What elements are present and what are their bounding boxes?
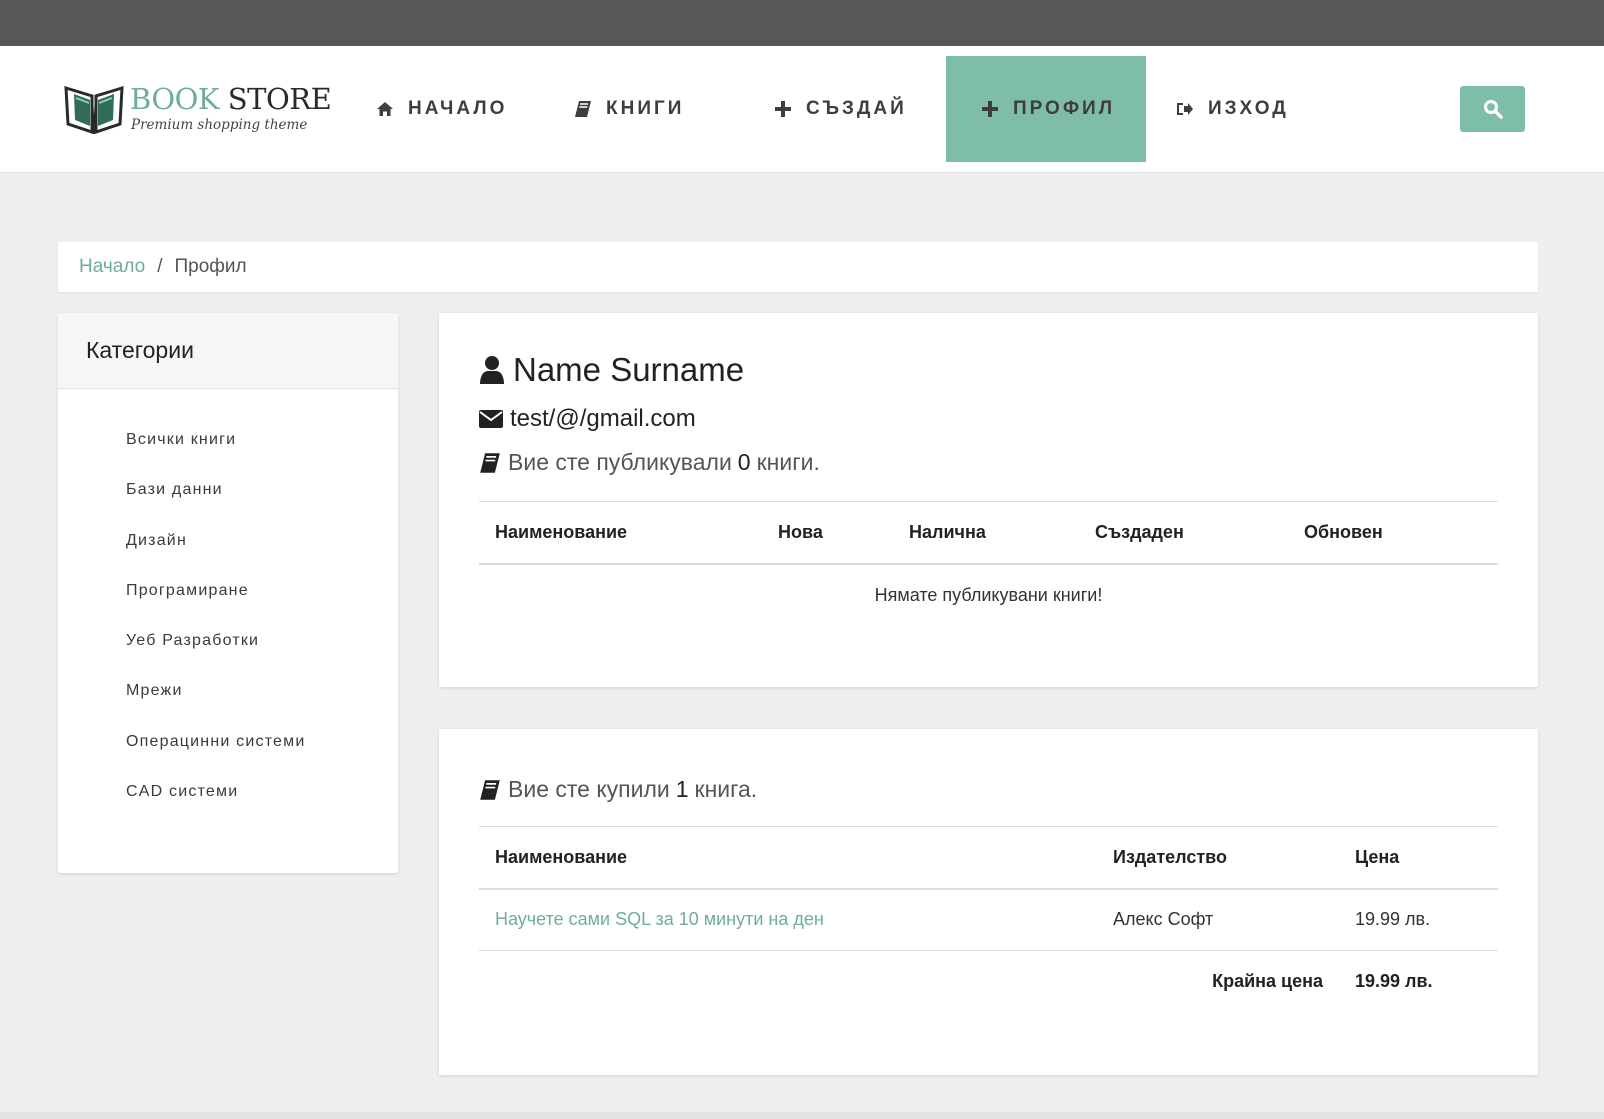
- published-prefix: Вие сте публикували: [508, 449, 732, 475]
- nav-profile[interactable]: ПРОФИЛ: [946, 56, 1146, 162]
- category-databases[interactable]: Бази данни: [58, 477, 398, 527]
- profile-card: Name Surname test/@/gmail.com Вие сте пу…: [439, 313, 1538, 687]
- brand-title: BOOK STORE: [130, 82, 332, 116]
- nav-create-label: СЪЗДАЙ: [806, 98, 907, 119]
- column-header: Налична: [893, 501, 1079, 565]
- bought-prefix: Вие сте купили: [508, 776, 670, 802]
- category-web-development[interactable]: Уеб Разработки: [58, 628, 398, 678]
- category-design[interactable]: Дизайн: [58, 528, 398, 578]
- nav-exit-label: ИЗХОД: [1208, 98, 1289, 119]
- book-icon: [480, 779, 500, 800]
- table-header-row: Наименование Издателство Цена: [479, 826, 1498, 890]
- plus-icon: [977, 98, 1003, 120]
- sign-out-icon: [1172, 98, 1198, 120]
- breadcrumb-home-link[interactable]: Начало: [79, 256, 145, 278]
- table-row: Научете сами SQL за 10 минути на ден Але…: [479, 888, 1498, 951]
- open-book-icon: [64, 85, 124, 135]
- bought-suffix: книга.: [694, 776, 758, 802]
- total-label: Крайна цена: [1212, 971, 1323, 992]
- nav-profile-label: ПРОФИЛ: [1012, 98, 1116, 119]
- plus-icon: [770, 98, 796, 120]
- bought-count-line: Вие сте купили 1 книга.: [479, 776, 757, 803]
- nav-exit[interactable]: ИЗХОД: [1172, 56, 1289, 162]
- user-email: test/@/gmail.com: [510, 405, 696, 432]
- nav-books[interactable]: КНИГИ: [570, 56, 684, 162]
- category-all-books[interactable]: Всички книги: [58, 427, 398, 477]
- published-count: 0: [737, 449, 751, 475]
- category-programming[interactable]: Програмиране: [58, 578, 398, 628]
- user-name: Name Surname: [513, 351, 745, 388]
- categories-sidebar: Категории Всички книги Бази данни Дизайн…: [58, 313, 398, 873]
- top-bar: [0, 0, 1604, 46]
- purchased-books-table: Наименование Издателство Цена Научете са…: [479, 826, 1498, 1013]
- breadcrumb: Начало / Профил: [58, 242, 1538, 292]
- category-operating-systems[interactable]: Операцинни системи: [58, 729, 398, 779]
- column-header: Наименование: [479, 501, 762, 565]
- book-title-link[interactable]: Научете сами SQL за 10 минути на ден: [479, 888, 1097, 951]
- column-header: Цена: [1339, 826, 1498, 890]
- sidebar-title: Категории: [58, 313, 398, 389]
- book-icon: [570, 98, 596, 120]
- envelope-icon: [479, 410, 503, 428]
- table-row: Нямате публикувани книги!: [479, 564, 1498, 626]
- column-header: Наименование: [479, 826, 1097, 890]
- footer-divider: [0, 1112, 1604, 1119]
- total-value: 19.99 лв.: [1355, 971, 1433, 992]
- nav-create[interactable]: СЪЗДАЙ: [770, 56, 907, 162]
- site-header: BOOK STORE Premium shopping theme НАЧАЛО…: [0, 46, 1604, 173]
- user-email-line: test/@/gmail.com: [479, 405, 696, 433]
- book-price: 19.99 лв.: [1339, 888, 1498, 951]
- empty-message: Нямате публикувани книги!: [874, 584, 1103, 605]
- search-button[interactable]: [1460, 86, 1525, 132]
- category-list: Всички книги Бази данни Дизайн Програмир…: [58, 389, 398, 829]
- column-header: Обновен: [1288, 501, 1498, 565]
- category-cad-systems[interactable]: CAD системи: [58, 779, 398, 829]
- nav-books-label: КНИГИ: [606, 98, 685, 119]
- breadcrumb-separator: /: [157, 256, 163, 277]
- published-count-line: Вие сте публикували 0 книги.: [479, 449, 820, 476]
- column-header: Издателство: [1097, 826, 1339, 890]
- brand-subtitle: Premium shopping theme: [131, 117, 308, 133]
- bought-count: 1: [675, 776, 689, 802]
- book-icon: [480, 452, 500, 473]
- user-icon: [480, 356, 504, 384]
- nav-home-label: НАЧАЛО: [408, 98, 508, 119]
- column-header: Нова: [762, 501, 893, 565]
- purchases-card: Вие сте купили 1 книга. Наименование Изд…: [439, 729, 1538, 1075]
- search-icon: [1483, 100, 1503, 119]
- table-header-row: Наименование Нова Налична Създаден Обнов…: [479, 501, 1498, 565]
- published-books-table: Наименование Нова Налична Създаден Обнов…: [479, 501, 1498, 626]
- published-suffix: книги.: [756, 449, 820, 475]
- total-row: Крайна цена 19.99 лв.: [479, 951, 1498, 1013]
- column-header: Създаден: [1079, 501, 1288, 565]
- brand-logo[interactable]: BOOK STORE Premium shopping theme: [62, 82, 332, 138]
- home-icon: [372, 98, 398, 120]
- book-publisher: Алекс Софт: [1097, 888, 1339, 951]
- nav-home[interactable]: НАЧАЛО: [372, 56, 507, 162]
- user-name-line: Name Surname: [479, 351, 744, 389]
- category-networks[interactable]: Мрежи: [58, 678, 398, 728]
- breadcrumb-current: Профил: [174, 256, 247, 277]
